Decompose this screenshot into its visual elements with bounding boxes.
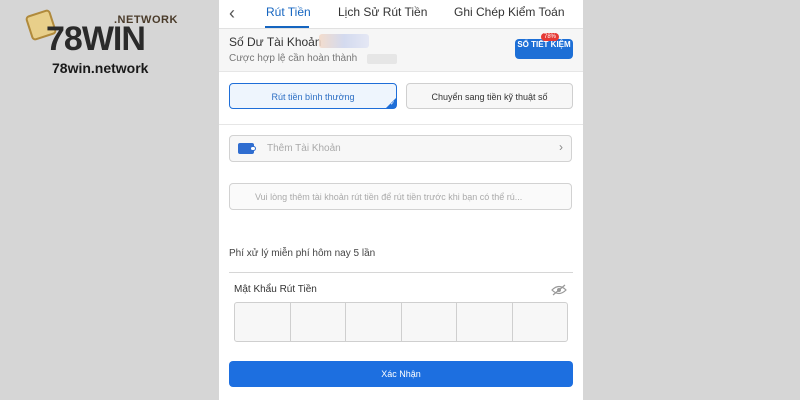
tab-withdraw-history[interactable]: Lịch Sử Rút Tiền	[338, 5, 427, 19]
chevron-right-icon: ›	[559, 140, 563, 154]
method-digital-currency[interactable]: Chuyển sang tiền kỹ thuật số	[406, 83, 573, 109]
chevron-left-icon[interactable]: ‹	[229, 3, 235, 24]
withdraw-panel: ‹ Rút Tiền Lịch Sử Rút Tiền Ghi Chép Kiể…	[219, 0, 583, 400]
wager-value-masked	[367, 54, 397, 64]
wager-requirement-label: Cược hợp lệ cần hoàn thành	[229, 53, 358, 64]
add-account-button[interactable]: Thêm Tài Khoản ›	[229, 135, 572, 162]
brand-logo: .NETWORK 78WIN 78win.network	[24, 8, 196, 78]
active-tab-indicator	[265, 26, 309, 28]
fee-info-text: Phí xử lý miễn phí hôm nay 5 lần	[229, 248, 376, 259]
pin-digit-box[interactable]	[291, 303, 346, 341]
balance-value-masked	[319, 34, 369, 48]
savings-badge: 78%	[541, 33, 560, 41]
pin-digit-box[interactable]	[346, 303, 402, 341]
withdraw-hint-box: Vui lòng thêm tài khoản rút tiền để rút …	[229, 183, 572, 210]
logo-url-text: 78win.network	[52, 60, 149, 76]
method-digital-label: Chuyển sang tiền kỹ thuật số	[431, 92, 548, 102]
withdraw-hint-text: Vui lòng thêm tài khoản rút tiền để rút …	[255, 192, 523, 202]
add-account-label: Thêm Tài Khoản	[267, 143, 341, 154]
withdraw-password-label: Mật Khẩu Rút Tiền	[234, 284, 317, 295]
method-normal-label: Rút tiền bình thường	[271, 92, 355, 102]
confirm-button[interactable]: Xác Nhận	[229, 361, 573, 387]
divider	[229, 272, 573, 273]
tab-withdraw[interactable]: Rút Tiền	[266, 5, 311, 19]
withdraw-password-input[interactable]	[234, 302, 568, 342]
logo-brand-text: 78WIN	[46, 20, 146, 58]
balance-section: Số Dư Tài Khoản Cược hợp lệ cần hoàn thà…	[219, 29, 583, 72]
savings-button[interactable]: SỔ TIẾT KIỆM	[515, 39, 573, 59]
confirm-button-label: Xác Nhận	[381, 369, 421, 379]
top-nav: ‹ Rút Tiền Lịch Sử Rút Tiền Ghi Chép Kiể…	[219, 0, 583, 29]
method-normal-withdraw[interactable]: Rút tiền bình thường ✓	[229, 83, 397, 109]
wallet-icon	[238, 143, 256, 154]
pin-digit-box[interactable]	[402, 303, 457, 341]
pin-digit-box[interactable]	[235, 303, 291, 341]
pin-digit-box[interactable]	[513, 303, 568, 341]
tab-audit-log[interactable]: Ghi Chép Kiểm Toán	[454, 5, 565, 19]
method-selector: Rút tiền bình thường ✓ Chuyển sang tiền …	[219, 72, 583, 125]
pin-digit-box[interactable]	[457, 303, 513, 341]
check-icon: ✓	[389, 101, 395, 107]
balance-label: Số Dư Tài Khoản	[229, 35, 322, 49]
eye-slash-icon[interactable]	[551, 284, 567, 296]
savings-button-label: SỔ TIẾT KIỆM	[517, 40, 571, 49]
